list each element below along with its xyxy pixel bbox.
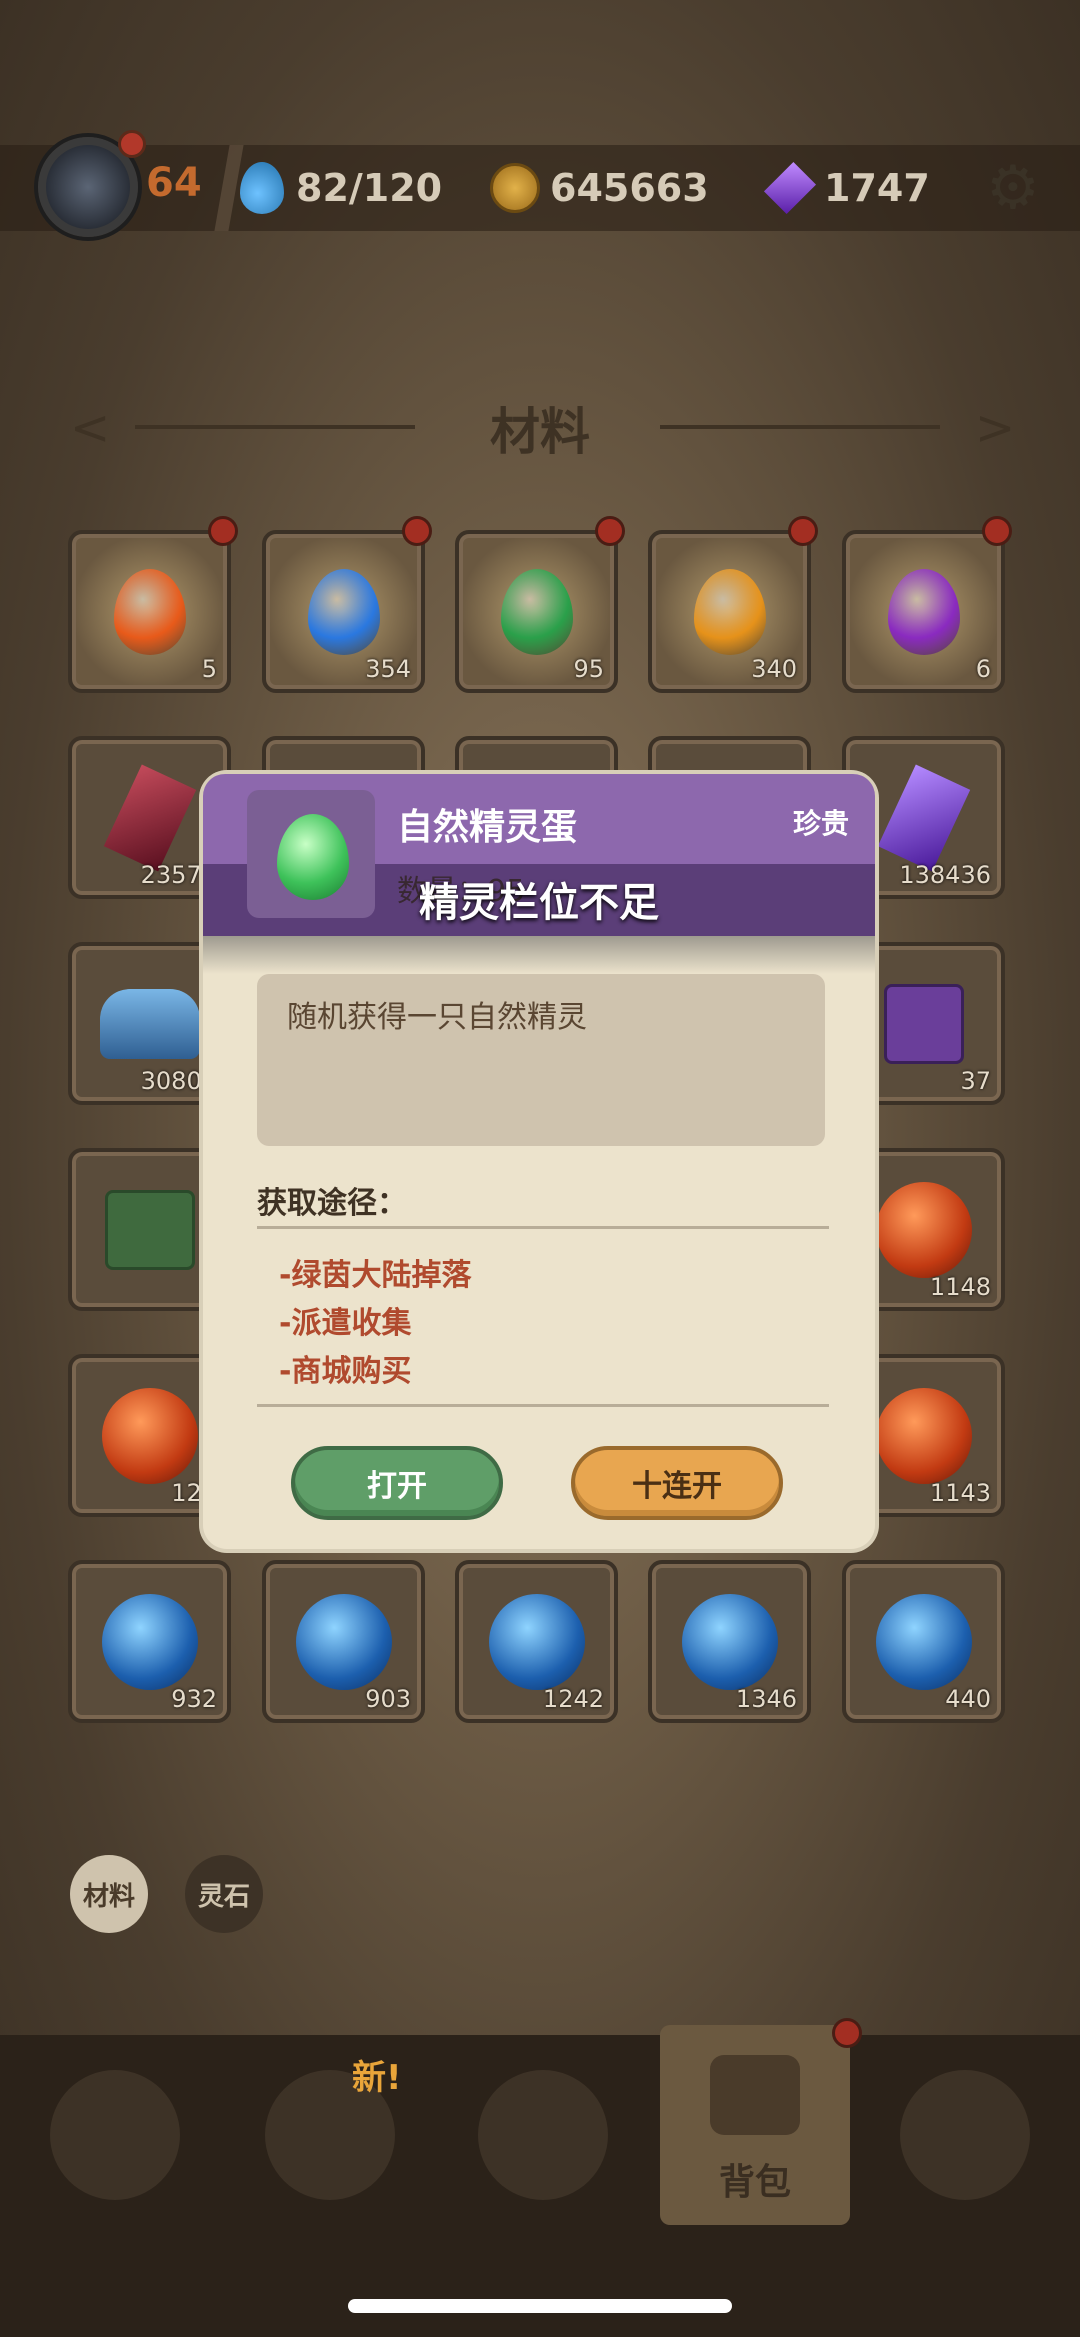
- item-count: 37: [960, 1067, 991, 1095]
- fire-orb-icon: [101, 1387, 198, 1484]
- inventory-slot[interactable]: 340: [648, 530, 811, 693]
- nav-mountain-icon[interactable]: [478, 2070, 608, 2200]
- source-item: -绿茵大陆掉落: [279, 1258, 472, 1293]
- star-badge-icon: [883, 983, 964, 1064]
- water-orb-icon: [875, 1593, 972, 1690]
- notification-dot: [982, 516, 1012, 546]
- nav-map-pin-icon[interactable]: [900, 2070, 1030, 2200]
- item-description: 随机获得一只自然精灵: [287, 1000, 587, 1035]
- gem-value: 1747: [824, 166, 930, 210]
- water-orb-icon: [681, 1593, 778, 1690]
- item-name: 自然精灵蛋: [397, 807, 578, 848]
- water-orb-icon: [488, 1593, 585, 1690]
- orange-egg-icon: [113, 568, 186, 655]
- item-count: 932: [171, 1685, 217, 1713]
- item-count: 6: [975, 655, 991, 683]
- inventory-slot[interactable]: 354: [262, 530, 425, 693]
- red-crystal-icon: [103, 764, 196, 871]
- notification-dot: [208, 516, 238, 546]
- item-count: 340: [751, 655, 797, 683]
- divider: [257, 1226, 829, 1229]
- notification-dot: [595, 516, 625, 546]
- new-badge: 新!: [352, 2058, 402, 2098]
- purple-crystal-icon: [877, 764, 970, 871]
- green-ticket-icon: [104, 1189, 195, 1270]
- inventory-slot[interactable]: 6: [842, 530, 1005, 693]
- toast-message: 精灵栏位不足: [419, 880, 659, 926]
- blue-egg-icon: [307, 568, 380, 655]
- settings-gear-icon[interactable]: ⚙: [986, 158, 1040, 218]
- energy-counter[interactable]: 82/120: [240, 160, 442, 216]
- tab-spirit-stones[interactable]: 灵石: [185, 1855, 263, 1933]
- notification-dot: [402, 516, 432, 546]
- fire-orb-icon: [875, 1181, 972, 1278]
- player-level: 64: [146, 160, 202, 206]
- inventory-slot[interactable]: 5: [68, 530, 231, 693]
- coin-counter[interactable]: 645663: [490, 160, 709, 216]
- notification-dot: [832, 2018, 862, 2048]
- coin-icon: [490, 163, 540, 213]
- item-count: 1148: [929, 1273, 991, 1301]
- item-count: 138436: [899, 861, 991, 889]
- item-count: 1346: [735, 1685, 797, 1713]
- water-orb-icon: [295, 1593, 392, 1690]
- open-button[interactable]: 打开: [291, 1446, 503, 1520]
- item-count: 5: [201, 655, 217, 683]
- nav-console-icon[interactable]: [50, 2070, 180, 2200]
- inventory-slot[interactable]: 932: [68, 1560, 231, 1723]
- notification-dot: [118, 130, 146, 158]
- bag-icon: [710, 2055, 800, 2135]
- item-count: 440: [945, 1685, 991, 1713]
- item-count: 95: [573, 655, 604, 683]
- inventory-slot[interactable]: 440: [842, 1560, 1005, 1723]
- green-egg-icon: [500, 568, 573, 655]
- nav-bag-tab[interactable]: 背包: [660, 2025, 850, 2225]
- item-rarity: 珍贵: [792, 807, 849, 840]
- item-count: 1242: [542, 1685, 604, 1713]
- gem-icon: [763, 161, 817, 215]
- sources-title: 获取途径：: [257, 1186, 407, 1221]
- item-count: 903: [365, 1685, 411, 1713]
- gem-counter[interactable]: 1747: [763, 160, 930, 216]
- energy-value: 82/120: [296, 166, 443, 210]
- item-detail-dialog: 自然精灵蛋 珍贵 数量：95 精灵栏位不足 随机获得一只自然精灵 获取途径： -…: [203, 774, 875, 1549]
- inventory-slot[interactable]: 95: [455, 530, 618, 693]
- inventory-slot[interactable]: 903: [262, 1560, 425, 1723]
- purple-egg-icon: [887, 568, 960, 655]
- item-count: 354: [365, 655, 411, 683]
- bag-label: 背包: [718, 2162, 791, 2203]
- header-fade: [203, 936, 875, 974]
- coin-value: 645663: [550, 166, 709, 210]
- water-drop-icon: [240, 162, 284, 214]
- water-orb-icon: [101, 1593, 198, 1690]
- open-ten-button[interactable]: 十连开: [571, 1446, 783, 1520]
- home-indicator[interactable]: [348, 2299, 732, 2313]
- divider: [257, 1404, 829, 1407]
- ornament-line: [660, 425, 940, 429]
- item-count: 1143: [929, 1479, 991, 1507]
- fire-orb-icon: [875, 1387, 972, 1484]
- source-item: -派遣收集: [279, 1306, 412, 1341]
- blue-stones-icon: [99, 988, 200, 1059]
- source-item: -商城购买: [279, 1354, 412, 1389]
- gold-egg-icon: [693, 568, 766, 655]
- ornament-right-icon: >: [975, 400, 1016, 456]
- description-box: 随机获得一只自然精灵: [257, 974, 825, 1146]
- tab-materials[interactable]: 材料: [70, 1855, 148, 1933]
- inventory-slot[interactable]: 1242: [455, 1560, 618, 1723]
- inventory-slot[interactable]: 1346: [648, 1560, 811, 1723]
- notification-dot: [788, 516, 818, 546]
